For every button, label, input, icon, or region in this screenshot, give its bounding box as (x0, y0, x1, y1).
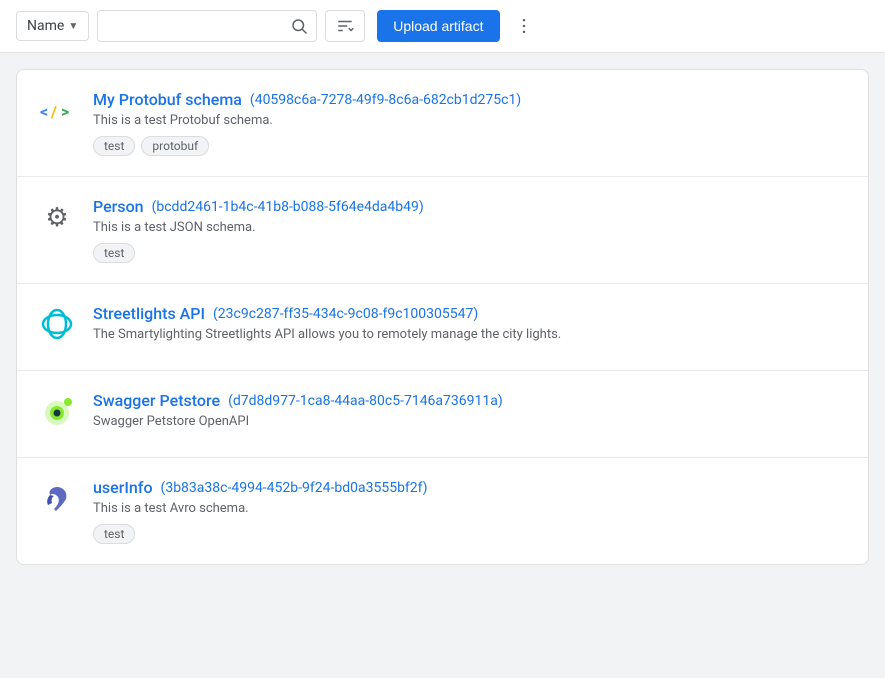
artifact-tag: protobuf (141, 136, 209, 156)
search-button[interactable] (282, 11, 316, 41)
chevron-down-icon: ▼ (68, 21, 78, 32)
artifact-info: userInfo (3b83a38c-4994-452b-9f24-bd0a35… (93, 478, 848, 544)
sort-icon (336, 17, 354, 35)
artifact-tag: test (93, 524, 135, 544)
artifact-icon-protobuf: < / > (37, 90, 77, 130)
artifact-info: Person (bcdd2461-1b4c-41b8-b088-5f64e4da… (93, 197, 848, 263)
artifact-title: Swagger Petstore (d7d8d977-1ca8-44aa-80c… (93, 391, 848, 410)
artifact-title: Streetlights API (23c9c287-ff35-434c-9c0… (93, 304, 848, 323)
artifact-uuid: (3b83a38c-4994-452b-9f24-bd0a3555bf2f) (161, 480, 428, 496)
artifact-icon-openapi (37, 391, 77, 431)
artifact-icon-json: ⚙ (37, 197, 77, 237)
artifact-tags: test (93, 524, 848, 544)
artifact-uuid: (bcdd2461-1b4c-41b8-b088-5f64e4da4b49) (152, 199, 424, 215)
artifact-name-link[interactable]: Streetlights API (93, 304, 205, 323)
filter-dropdown[interactable]: Name ▼ (16, 11, 89, 41)
artifact-tag: test (93, 136, 135, 156)
more-icon (514, 16, 534, 36)
search-icon (290, 17, 308, 35)
artifact-item: userInfo (3b83a38c-4994-452b-9f24-bd0a35… (17, 458, 868, 564)
artifact-uuid: (d7d8d977-1ca8-44aa-80c5-7146a736911a) (228, 393, 503, 409)
artifact-item: Streetlights API (23c9c287-ff35-434c-9c0… (17, 284, 868, 371)
svg-text:>: > (61, 102, 69, 121)
more-options-button[interactable] (508, 10, 540, 42)
content-area: < / > My Protobuf schema (40598c6a-7278-… (0, 53, 885, 581)
artifact-icon-avro (37, 478, 77, 518)
artifact-description: Swagger Petstore OpenAPI (93, 414, 848, 429)
artifact-uuid: (23c9c287-ff35-434c-9c08-f9c100305547) (213, 306, 478, 322)
artifact-name-link[interactable]: Swagger Petstore (93, 391, 220, 410)
artifact-title: userInfo (3b83a38c-4994-452b-9f24-bd0a35… (93, 478, 848, 497)
artifact-info: Swagger Petstore (d7d8d977-1ca8-44aa-80c… (93, 391, 848, 437)
svg-text:⚙: ⚙ (45, 203, 68, 233)
artifact-item: ⚙ Person (bcdd2461-1b4c-41b8-b088-5f64e4… (17, 177, 868, 284)
artifact-name-link[interactable]: Person (93, 197, 144, 216)
artifact-name-link[interactable]: My Protobuf schema (93, 90, 242, 109)
artifact-description: This is a test JSON schema. (93, 220, 848, 235)
artifact-tags: test protobuf (93, 136, 848, 156)
artifact-info: My Protobuf schema (40598c6a-7278-49f9-8… (93, 90, 848, 156)
svg-text:<: < (40, 102, 48, 121)
artifact-name-link[interactable]: userInfo (93, 478, 153, 497)
upload-artifact-button[interactable]: Upload artifact (377, 10, 499, 42)
artifact-uuid: (40598c6a-7278-49f9-8c6a-682cb1d275c1) (250, 92, 521, 108)
artifact-title: My Protobuf schema (40598c6a-7278-49f9-8… (93, 90, 848, 109)
artifact-tag: test (93, 243, 135, 263)
artifact-item: < / > My Protobuf schema (40598c6a-7278-… (17, 70, 868, 177)
artifact-description: This is a test Avro schema. (93, 501, 848, 516)
artifact-description: This is a test Protobuf schema. (93, 113, 848, 128)
artifact-info: Streetlights API (23c9c287-ff35-434c-9c0… (93, 304, 848, 350)
artifact-title: Person (bcdd2461-1b4c-41b8-b088-5f64e4da… (93, 197, 848, 216)
artifact-icon-api (37, 304, 77, 344)
artifact-tags: test (93, 243, 848, 263)
search-input[interactable] (98, 12, 282, 40)
sort-button[interactable] (325, 10, 365, 42)
toolbar: Name ▼ Upload artifact (0, 0, 885, 53)
artifact-item: Swagger Petstore (d7d8d977-1ca8-44aa-80c… (17, 371, 868, 458)
svg-text:/: / (50, 102, 57, 121)
search-box (97, 10, 317, 42)
artifact-description: The Smartylighting Streetlights API allo… (93, 327, 848, 342)
artifact-list: < / > My Protobuf schema (40598c6a-7278-… (16, 69, 869, 565)
filter-label: Name (27, 18, 64, 34)
